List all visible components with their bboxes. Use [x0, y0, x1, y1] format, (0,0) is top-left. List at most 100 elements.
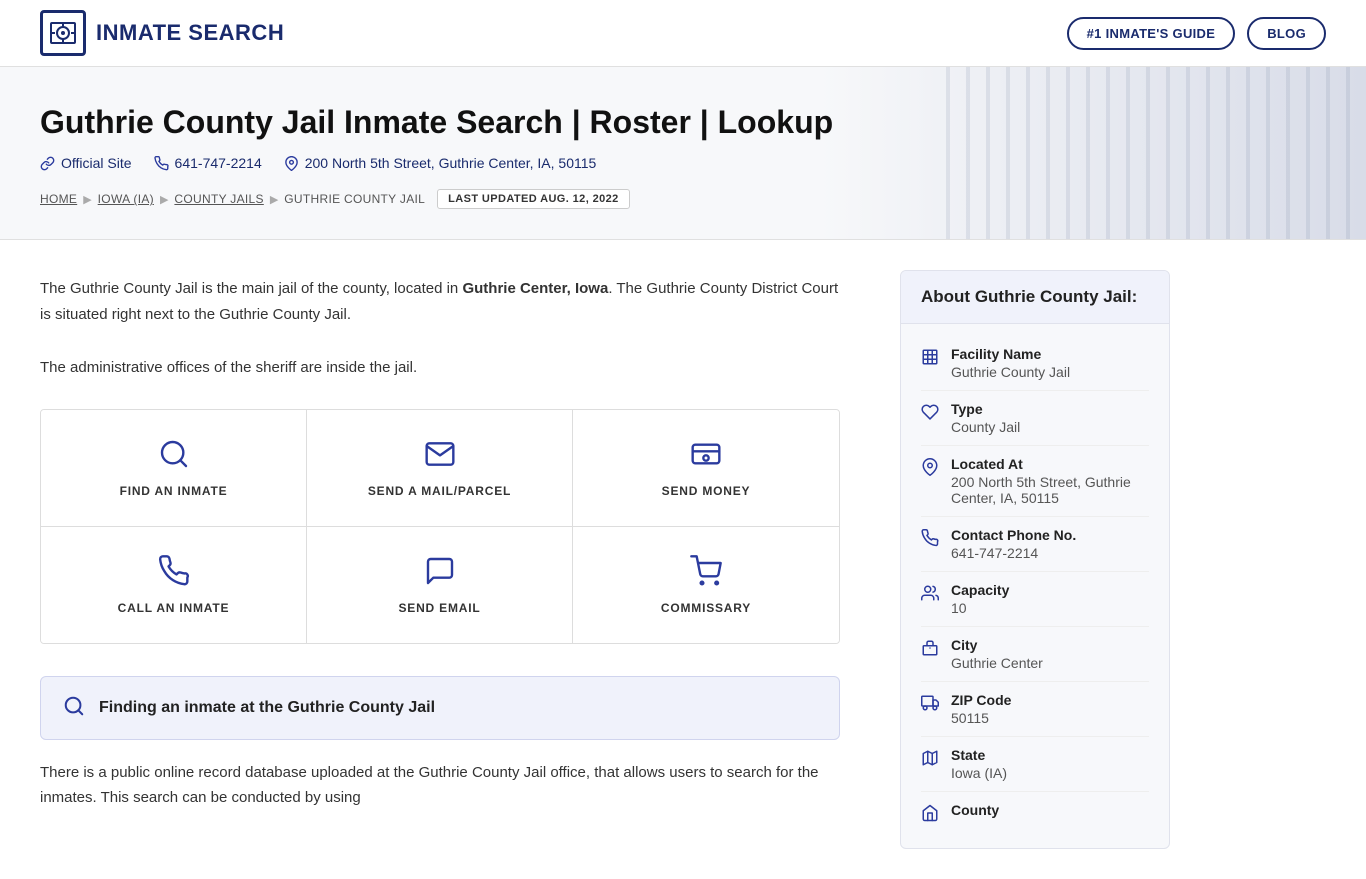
zip-content: ZIP Code 50115: [951, 692, 1011, 726]
sidebar-item-type: Type County Jail: [921, 391, 1149, 446]
action-call-inmate[interactable]: CALL AN INMATE: [41, 527, 307, 643]
sidebar-card-header: About Guthrie County Jail:: [901, 271, 1169, 324]
hero-section: Guthrie County Jail Inmate Search | Rost…: [0, 67, 1366, 240]
sidebar-card: About Guthrie County Jail: Facility Name…: [900, 270, 1170, 849]
link-icon: [40, 156, 55, 171]
zip-label: ZIP Code: [951, 692, 1011, 708]
breadcrumb-iowa[interactable]: IOWA (IA): [98, 192, 154, 206]
breadcrumb-sep-3: ▶: [270, 193, 278, 206]
action-send-mail[interactable]: SEND A MAIL/PARCEL: [307, 410, 573, 527]
city-content: City Guthrie Center: [951, 637, 1043, 671]
content-paragraph-2: The administrative offices of the sherif…: [40, 355, 840, 381]
capacity-content: Capacity 10: [951, 582, 1009, 616]
address-item: 200 North 5th Street, Guthrie Center, IA…: [284, 155, 597, 171]
location-label: Located At: [951, 456, 1149, 472]
capacity-label: Capacity: [951, 582, 1009, 598]
state-icon: [921, 749, 939, 771]
type-content: Type County Jail: [951, 401, 1020, 435]
action-send-money[interactable]: SEND MONEY: [573, 410, 839, 527]
location-value: 200 North 5th Street, Guthrie Center, IA…: [951, 474, 1149, 506]
brand-title: INMATE SEARCH: [96, 20, 284, 46]
breadcrumb-sep-1: ▶: [83, 193, 91, 206]
city-icon: [921, 639, 939, 661]
phone-label: Contact Phone No.: [951, 527, 1076, 543]
facility-content: Facility Name Guthrie County Jail: [951, 346, 1070, 380]
phone-content: Contact Phone No. 641-747-2214: [951, 527, 1076, 561]
type-label: Type: [951, 401, 1020, 417]
capacity-icon: [921, 584, 939, 606]
facility-icon: [921, 348, 939, 370]
action-send-email[interactable]: SEND EMAIL: [307, 527, 573, 643]
inmate-guide-button[interactable]: #1 INMATE'S GUIDE: [1067, 17, 1236, 50]
brand-icon: [40, 10, 86, 56]
phone-label: 641-747-2214: [175, 155, 262, 171]
commissary-icon: [690, 555, 722, 591]
breadcrumb-county-jails[interactable]: COUNTY JAILS: [174, 192, 263, 206]
city-label: City: [951, 637, 1043, 653]
address-label: 200 North 5th Street, Guthrie Center, IA…: [305, 155, 597, 171]
brand-link[interactable]: INMATE SEARCH: [40, 10, 284, 56]
sidebar: About Guthrie County Jail: Facility Name…: [880, 240, 1190, 879]
type-value: County Jail: [951, 419, 1020, 435]
phone-link[interactable]: 641-747-2214: [154, 155, 262, 171]
breadcrumb-sep-2: ▶: [160, 193, 168, 206]
find-inmate-label: FIND AN INMATE: [120, 484, 228, 498]
main-layout: The Guthrie County Jail is the main jail…: [0, 240, 1366, 879]
county-content: County: [951, 802, 999, 820]
send-email-icon: [424, 555, 456, 591]
facility-label: Facility Name: [951, 346, 1070, 362]
call-inmate-icon: [158, 555, 190, 591]
capacity-value: 10: [951, 600, 1009, 616]
sidebar-item-phone: Contact Phone No. 641-747-2214: [921, 517, 1149, 572]
sidebar-info-list: Facility Name Guthrie County Jail Type C…: [901, 324, 1169, 848]
city-value: Guthrie Center: [951, 655, 1043, 671]
navbar-actions: #1 INMATE'S GUIDE BLOG: [1067, 17, 1326, 50]
sidebar-item-location: Located At 200 North 5th Street, Guthrie…: [921, 446, 1149, 517]
navbar: INMATE SEARCH #1 INMATE'S GUIDE BLOG: [0, 0, 1366, 67]
phone-value: 641-747-2214: [951, 545, 1076, 561]
para1-bold: Guthrie Center, Iowa: [462, 280, 608, 297]
facility-value: Guthrie County Jail: [951, 364, 1070, 380]
send-mail-icon: [424, 438, 456, 474]
finding-search-icon: [63, 695, 85, 721]
official-site-label: Official Site: [61, 155, 132, 171]
content-paragraph-1: The Guthrie County Jail is the main jail…: [40, 276, 840, 327]
state-content: State Iowa (IA): [951, 747, 1007, 781]
breadcrumb-current: GUTHRIE COUNTY JAIL: [284, 192, 425, 206]
location-content: Located At 200 North 5th Street, Guthrie…: [951, 456, 1149, 506]
find-inmate-icon: [158, 438, 190, 474]
zip-icon: [921, 694, 939, 716]
blog-button[interactable]: BLOG: [1247, 17, 1326, 50]
send-money-label: SEND MONEY: [662, 484, 751, 498]
send-email-label: SEND EMAIL: [398, 601, 480, 615]
county-label: County: [951, 802, 999, 818]
action-commissary[interactable]: COMMISSARY: [573, 527, 839, 643]
state-label: State: [951, 747, 1007, 763]
call-inmate-label: CALL AN INMATE: [118, 601, 230, 615]
sidebar-item-capacity: Capacity 10: [921, 572, 1149, 627]
location-icon: [921, 458, 939, 480]
commissary-label: COMMISSARY: [661, 601, 751, 615]
zip-value: 50115: [951, 710, 1011, 726]
sidebar-item-zip: ZIP Code 50115: [921, 682, 1149, 737]
official-site-link[interactable]: Official Site: [40, 155, 132, 171]
sidebar-item-city: City Guthrie Center: [921, 627, 1149, 682]
last-updated-badge: LAST UPDATED AUG. 12, 2022: [437, 189, 630, 209]
hero-background: [946, 67, 1366, 239]
finding-box-title: Finding an inmate at the Guthrie County …: [99, 699, 435, 717]
breadcrumb-home[interactable]: HOME: [40, 192, 77, 206]
para1-start: The Guthrie County Jail is the main jail…: [40, 280, 462, 297]
finding-box: Finding an inmate at the Guthrie County …: [40, 676, 840, 740]
sidebar-item-state: State Iowa (IA): [921, 737, 1149, 792]
type-icon: [921, 403, 939, 425]
phone-icon: [154, 156, 169, 171]
send-money-icon: [690, 438, 722, 474]
sidebar-item-facility: Facility Name Guthrie County Jail: [921, 336, 1149, 391]
action-grid: FIND AN INMATE SEND A MAIL/PARCEL SEND M…: [40, 409, 840, 644]
brand-logo-icon: [49, 19, 77, 47]
county-icon: [921, 804, 939, 826]
sidebar-phone-icon: [921, 529, 939, 551]
send-mail-label: SEND A MAIL/PARCEL: [368, 484, 511, 498]
action-find-inmate[interactable]: FIND AN INMATE: [41, 410, 307, 527]
map-pin-icon: [284, 156, 299, 171]
